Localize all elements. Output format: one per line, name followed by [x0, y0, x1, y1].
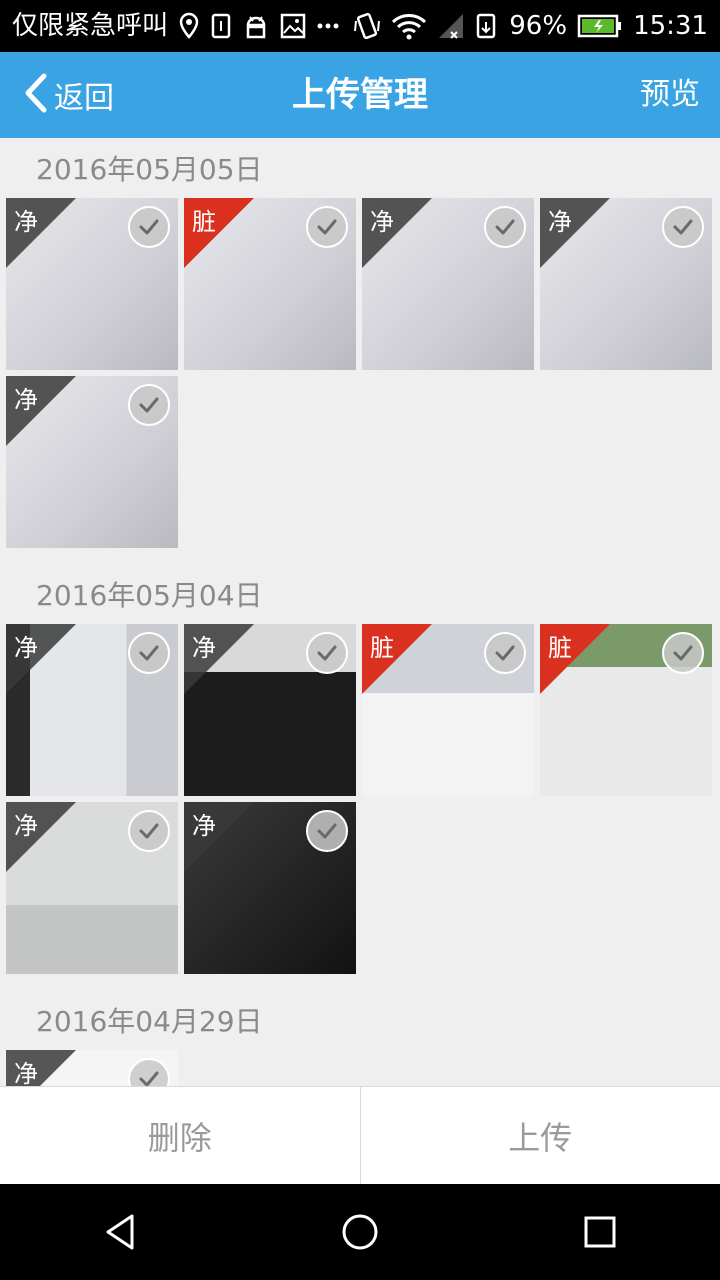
battery-percent: 96%: [509, 11, 568, 41]
location-icon: [178, 8, 200, 44]
photo-thumbnail[interactable]: 净: [362, 198, 534, 370]
section-date: 2016年04月29日: [36, 1005, 263, 1038]
tag-label: 净: [370, 208, 394, 236]
tag-label: 净: [192, 634, 216, 662]
photo-thumbnail[interactable]: 净: [6, 376, 178, 548]
signal-icon: [437, 8, 465, 44]
status-bar: 仅限紧急呼叫 96% 15:31: [0, 0, 720, 52]
android-icon: [242, 8, 270, 44]
tag-label: 脏: [370, 634, 394, 662]
data-saver-icon: [475, 8, 499, 44]
check-icon[interactable]: [306, 206, 348, 248]
clock: 15:31: [633, 11, 708, 41]
photo-thumbnail[interactable]: 净: [184, 802, 356, 974]
carrier-text: 仅限紧急呼叫: [12, 11, 169, 41]
check-icon[interactable]: [306, 810, 348, 852]
check-icon[interactable]: [128, 632, 170, 674]
action-bar: 删除 上传: [0, 1086, 720, 1184]
tag-label: 净: [14, 386, 38, 414]
nav-recents-icon[interactable]: [560, 1192, 640, 1272]
check-icon[interactable]: [128, 206, 170, 248]
check-icon[interactable]: [484, 206, 526, 248]
photo-thumbnail[interactable]: 脏: [362, 624, 534, 796]
tag-label: 脏: [192, 208, 216, 236]
delete-button[interactable]: 删除: [0, 1087, 360, 1184]
more-icon: [316, 8, 340, 44]
app-header: 返回 上传管理 预览: [0, 52, 720, 138]
check-icon[interactable]: [484, 632, 526, 674]
tag-label: 净: [14, 1060, 38, 1086]
wifi-icon: [391, 8, 427, 44]
back-label: 返回: [54, 81, 114, 116]
photo-thumbnail[interactable]: 净: [540, 198, 712, 370]
photo-thumbnail[interactable]: 脏: [184, 198, 356, 370]
check-icon[interactable]: [128, 1058, 170, 1086]
section-date: 2016年05月05日: [36, 153, 263, 186]
check-icon[interactable]: [662, 206, 704, 248]
vibrate-icon: [353, 8, 381, 44]
battery-icon: [577, 8, 623, 44]
photo-list[interactable]: 2016年05月05日净脏净净净 2016年05月04日净净脏脏净净 2016年04…: [0, 138, 720, 1086]
tag-label: 净: [14, 208, 38, 236]
tag-label: 净: [14, 812, 38, 840]
sim-icon: [210, 8, 232, 44]
photo-thumbnail[interactable]: 净: [6, 624, 178, 796]
upload-button[interactable]: 上传: [359, 1087, 720, 1184]
photo-thumbnail[interactable]: 脏: [540, 624, 712, 796]
image-icon: [280, 8, 306, 44]
preview-button[interactable]: 预览: [640, 52, 700, 138]
nav-home-icon[interactable]: [320, 1192, 400, 1272]
tag-label: 净: [548, 208, 572, 236]
tag-label: 净: [192, 812, 216, 840]
chevron-left-icon: [22, 72, 48, 118]
photo-thumbnail[interactable]: 净: [6, 1050, 178, 1086]
section-date: 2016年05月04日: [36, 579, 263, 612]
photo-thumbnail[interactable]: 净: [6, 802, 178, 974]
check-icon[interactable]: [662, 632, 704, 674]
system-navbar: [0, 1184, 720, 1280]
back-button[interactable]: 返回: [22, 52, 114, 138]
tag-label: 净: [14, 634, 38, 662]
nav-back-icon[interactable]: [80, 1192, 160, 1272]
check-icon[interactable]: [306, 632, 348, 674]
photo-thumbnail[interactable]: 净: [6, 198, 178, 370]
tag-label: 脏: [548, 634, 572, 662]
photo-thumbnail[interactable]: 净: [184, 624, 356, 796]
check-icon[interactable]: [128, 384, 170, 426]
check-icon[interactable]: [128, 810, 170, 852]
